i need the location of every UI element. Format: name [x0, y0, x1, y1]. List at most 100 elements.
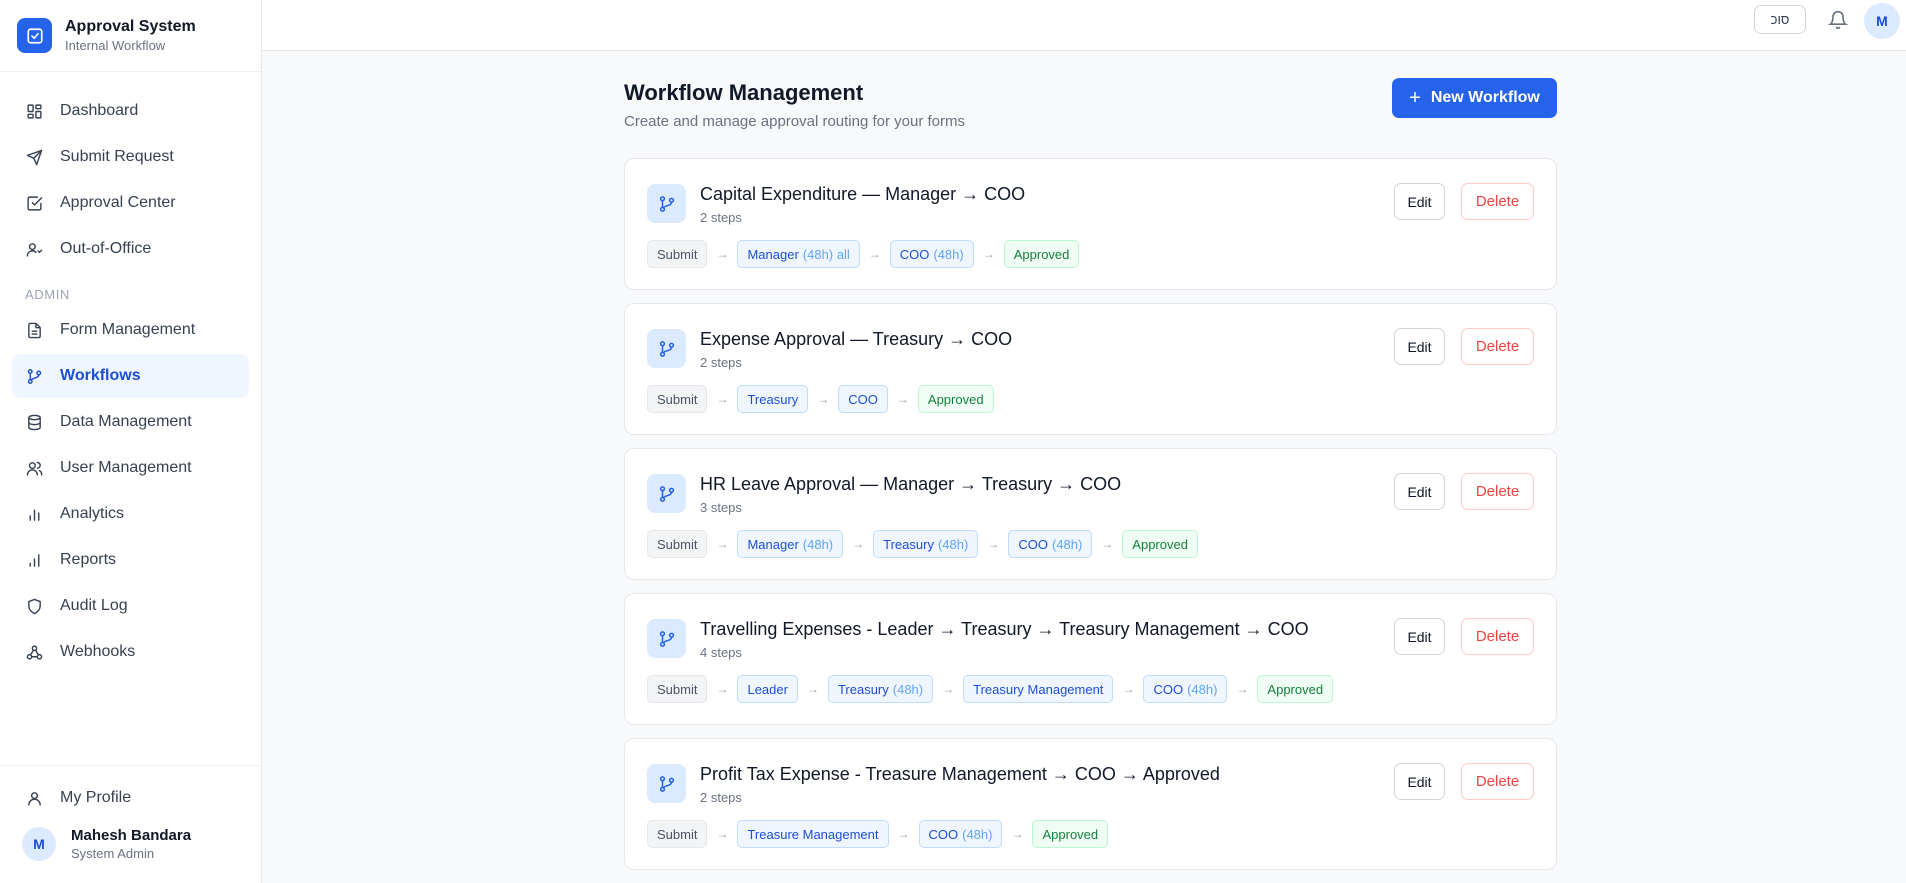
shield-icon: [25, 597, 43, 615]
sidebar-item-dashboard[interactable]: Dashboard: [12, 89, 249, 133]
workflow-list: Capital Expenditure — Manager → COO 2 ste…: [624, 158, 1557, 870]
workflow-card: Expense Approval — Treasury → COO 2 steps…: [624, 303, 1557, 435]
git-branch-icon: [647, 329, 686, 368]
approved-chip: Approved: [1032, 820, 1109, 848]
workflow-step-count: 3 steps: [700, 500, 742, 515]
arrow-right-icon: →: [896, 392, 909, 406]
users-icon: [25, 459, 43, 477]
workflow-step-count: 2 steps: [700, 210, 742, 225]
step-chip: COO (48h): [918, 820, 1003, 848]
arrow-right-icon: →: [716, 827, 729, 841]
sidebar-item-label: User Management: [60, 459, 192, 476]
workflow-flow: Submit → Manager (48h) all → COO (48h) → Approve…: [647, 240, 1080, 268]
workflow-card: Profit Tax Expense - Treasure Management…: [624, 738, 1557, 870]
delete-button[interactable]: Delete: [1461, 183, 1534, 220]
sidebar-item-audit-log[interactable]: Audit Log: [12, 584, 249, 628]
sidebar-item-form-management[interactable]: Form Management: [12, 308, 249, 352]
step-role: Treasure Management: [747, 826, 879, 842]
step-sla: (48h): [802, 536, 834, 552]
sidebar-item-out-of-office[interactable]: Out-of-Office: [12, 227, 249, 271]
arrow-right-icon: →: [716, 682, 729, 696]
git-branch-icon: [25, 367, 43, 385]
sidebar-item-workflows[interactable]: Workflows: [12, 354, 249, 398]
sidebar-item-label: Submit Request: [60, 148, 174, 165]
arrow-right-icon: →: [942, 682, 955, 696]
sidebar-item-label: Workflows: [60, 367, 141, 384]
database-icon: [25, 413, 43, 431]
edit-button[interactable]: Edit: [1394, 328, 1445, 365]
app-logo-icon: [17, 18, 52, 53]
sidebar-item-submit-request[interactable]: Submit Request: [12, 135, 249, 179]
step-chip: Manager (48h) all: [737, 240, 860, 268]
edit-button[interactable]: Edit: [1394, 618, 1445, 655]
avatar[interactable]: M: [1864, 3, 1900, 39]
step-sla: (48h): [962, 826, 993, 842]
step-sla: (48h): [937, 536, 969, 552]
step-role: COO: [899, 246, 930, 262]
workflow-name: Profit Tax Expense - Treasure Management…: [700, 764, 1220, 784]
step-chip: Leader: [737, 675, 798, 703]
sidebar-item-label: Dashboard: [60, 102, 139, 119]
top-bar: סוכ M: [262, 0, 1906, 51]
step-sla: (48h): [1187, 681, 1218, 697]
new-workflow-button[interactable]: + New Workflow: [1392, 78, 1557, 118]
workflow-card: Capital Expenditure — Manager → COO 2 ste…: [624, 158, 1557, 290]
submit-chip: Submit: [647, 675, 708, 703]
arrow-right-icon: →: [1101, 537, 1114, 551]
arrow-right-icon: →: [897, 827, 910, 841]
sidebar-item-label: Approval Center: [60, 194, 176, 211]
send-icon: [25, 148, 43, 166]
step-chip: COO (48h): [1008, 530, 1093, 558]
sidebar-nav: Dashboard Submit Request Approval Center…: [0, 72, 261, 674]
webhook-icon: [25, 643, 43, 661]
submit-chip: Submit: [647, 530, 708, 558]
sidebar-item-label: Data Management: [60, 413, 192, 430]
sidebar-item-analytics[interactable]: Analytics: [12, 492, 249, 536]
sidebar-item-label: Reports: [60, 551, 117, 568]
sidebar-item-reports[interactable]: Reports: [12, 538, 249, 582]
sidebar-item-approval-center[interactable]: Approval Center: [12, 181, 249, 225]
chart-icon: [25, 551, 43, 569]
language-toggle-button[interactable]: סוכ: [1754, 5, 1806, 34]
user-name: Mahesh Bandara: [71, 827, 192, 844]
edit-button[interactable]: Edit: [1394, 473, 1445, 510]
step-sla: (48h): [1051, 536, 1083, 552]
step-chip: Treasury: [737, 385, 809, 413]
edit-button[interactable]: Edit: [1394, 763, 1445, 800]
git-branch-icon: [647, 474, 686, 513]
step-role: Treasury: [747, 391, 799, 407]
approved-chip: Approved: [917, 385, 994, 413]
sidebar-item-user-management[interactable]: User Management: [12, 446, 249, 490]
arrow-right-icon: →: [852, 537, 865, 551]
sidebar-item-webhooks[interactable]: Webhooks: [12, 630, 249, 674]
page-subtitle: Create and manage approval routing for y…: [624, 113, 966, 130]
workflow-name: HR Leave Approval — Manager → Treasury →…: [700, 474, 1122, 494]
delete-button[interactable]: Delete: [1461, 763, 1534, 800]
step-role: Manager: [747, 246, 799, 262]
workflow-flow: Submit → Treasure Management → COO (48h) → Appr…: [647, 820, 1109, 848]
page-title: Workflow Management: [624, 80, 864, 105]
step-role: Manager: [747, 536, 799, 552]
git-branch-icon: [647, 764, 686, 803]
sidebar-item-data-management[interactable]: Data Management: [12, 400, 249, 444]
step-chip: Treasury (48h): [827, 675, 934, 703]
page-header: Workflow Management Create and manage ap…: [624, 51, 1557, 158]
workflow-step-count: 2 steps: [700, 790, 742, 805]
step-sla: (48h) all: [802, 246, 850, 262]
app-subtitle: Internal Workflow: [65, 38, 166, 53]
delete-button[interactable]: Delete: [1461, 473, 1534, 510]
step-role: COO: [1018, 536, 1048, 552]
sidebar-item-my-profile[interactable]: My Profile: [12, 776, 250, 820]
delete-button[interactable]: Delete: [1461, 328, 1534, 365]
step-sla: (48h): [892, 681, 924, 697]
bell-icon[interactable]: [1826, 8, 1850, 32]
avatar: M: [22, 827, 56, 861]
step-role: Treasury: [837, 681, 889, 697]
delete-button[interactable]: Delete: [1461, 618, 1534, 655]
arrow-right-icon: →: [817, 392, 830, 406]
edit-button[interactable]: Edit: [1394, 183, 1445, 220]
current-user: M Mahesh Bandara System Admin: [12, 826, 250, 862]
step-chip: COO (48h): [1143, 675, 1228, 703]
sidebar-item-label: Form Management: [60, 321, 196, 338]
plus-icon: +: [1409, 87, 1421, 109]
